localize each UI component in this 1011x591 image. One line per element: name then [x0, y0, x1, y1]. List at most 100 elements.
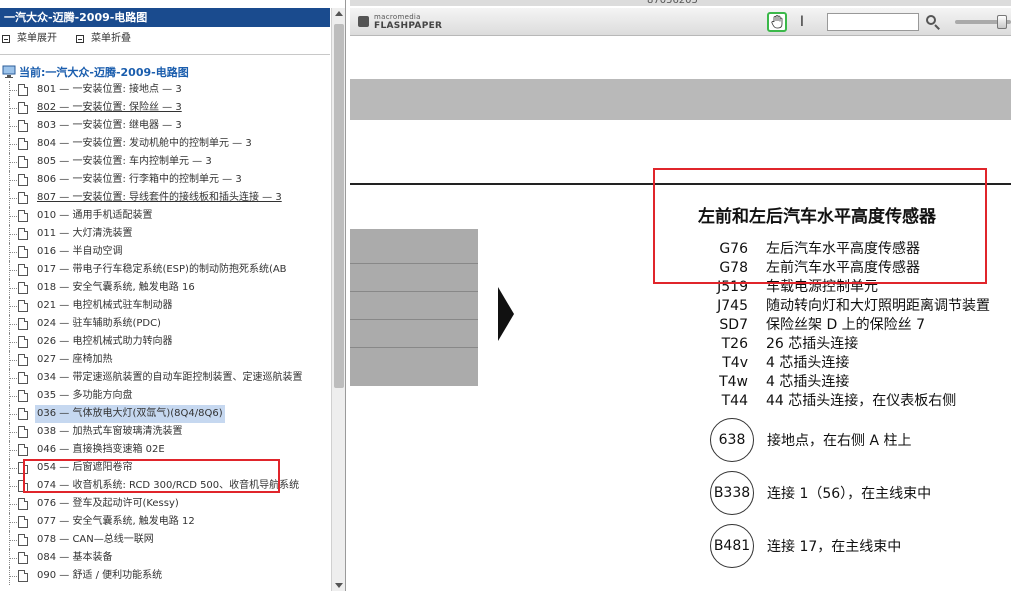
page-icon	[18, 570, 28, 582]
legend-row: SD7 保险丝架 D 上的保险丝 7	[698, 316, 925, 335]
menu-collapse-label: 菜单折叠	[91, 33, 131, 44]
page-icon	[18, 210, 28, 222]
tree: 当前:一汽大众-迈腾-2009-电路图 801 — 一安装位置: 接地点 — 3…	[0, 63, 332, 591]
scroll-down-icon[interactable]	[335, 583, 343, 588]
tree-item[interactable]: 018 — 安全气囊系统, 触发电路 16	[0, 279, 332, 297]
tree-item[interactable]: 076 — 登车及起动许可(Kessy)	[0, 495, 332, 513]
tree-item[interactable]: 035 — 多功能方向盘	[0, 387, 332, 405]
legend-code: J745	[717, 298, 748, 314]
search-button[interactable]	[924, 13, 942, 31]
expand-icon	[2, 35, 10, 43]
tree-item-label: 806 — 一安装位置: 行李箱中的控制单元 — 3	[37, 174, 242, 185]
tree-item[interactable]: 024 — 驻车辅助系统(PDC)	[0, 315, 332, 333]
brand-big: FLASHPAPER	[374, 21, 443, 31]
tree-item[interactable]: 038 — 加热式车窗玻璃清洗装置	[0, 423, 332, 441]
tree-item[interactable]: 807 — 一安装位置: 导线套件的接线板和插头连接 — 3	[0, 189, 332, 207]
page-icon	[18, 498, 28, 510]
tree-item[interactable]: 010 — 通用手机适配装置	[0, 207, 332, 225]
computer-icon	[2, 65, 16, 78]
page-icon	[18, 300, 28, 312]
top-strip: 87056205	[350, 0, 1011, 6]
tree-pane: 一汽大众-迈腾-2009-电路图 菜单展开 菜单折叠 当前:一汽大众-迈腾-20…	[0, 0, 346, 591]
tree-item-label: 038 — 加热式车窗玻璃清洗装置	[37, 426, 183, 437]
hand-icon	[771, 15, 783, 29]
tree-item[interactable]: 016 — 半自动空调	[0, 243, 332, 261]
tree-root[interactable]: 当前:一汽大众-迈腾-2009-电路图	[2, 63, 189, 81]
zoom-slider-knob[interactable]	[997, 15, 1007, 29]
connector-circle: B481	[710, 524, 754, 568]
tree-item-label: 034 — 带定速巡航装置的自动车距控制装置、定速巡航装置	[37, 372, 303, 383]
page-icon	[18, 120, 28, 132]
text-cursor-icon: Ⅰ	[799, 14, 805, 30]
tree-item[interactable]: 802 — 一安装位置: 保险丝 — 3	[0, 99, 332, 117]
tree-item[interactable]: 801 — 一安装位置: 接地点 — 3	[0, 81, 332, 99]
tree-item-label: 026 — 电控机械式助力转向器	[37, 336, 173, 347]
macromedia-logo-icon	[358, 16, 369, 27]
toolbar-divider	[0, 54, 330, 55]
tree-item[interactable]: 803 — 一安装位置: 继电器 — 3	[0, 117, 332, 135]
tree-item[interactable]: 017 — 带电子行车稳定系统(ESP)的制动防抱死系统(AB	[0, 261, 332, 279]
tree-item[interactable]: 046 — 直接换挡变速箱 02E	[0, 441, 332, 459]
tree-item[interactable]: 806 — 一安装位置: 行李箱中的控制单元 — 3	[0, 171, 332, 189]
page-icon	[18, 246, 28, 258]
tree-item[interactable]: 804 — 一安装位置: 发动机舱中的控制单元 — 3	[0, 135, 332, 153]
tree-item-label: 035 — 多功能方向盘	[37, 390, 133, 401]
page-icon	[18, 408, 28, 420]
tree-scrollbar[interactable]	[331, 8, 345, 591]
tree-item[interactable]: 090 — 舒适 / 便利功能系统	[0, 567, 332, 585]
legend-desc: 保险丝架 D 上的保险丝 7	[766, 317, 926, 333]
tree-item-label: 021 — 电控机械式驻车制动器	[37, 300, 173, 311]
legend-desc: 4 芯插头连接	[766, 374, 850, 390]
tree-item[interactable]: 026 — 电控机械式助力转向器	[0, 333, 332, 351]
legend-code: T4w	[719, 374, 748, 390]
connector-circle: B338	[710, 471, 754, 515]
menu-expand-button[interactable]: 菜单展开	[2, 30, 57, 48]
document-page: 左前和左后汽车水平高度传感器 G76 左后汽车水平高度传感器 G78 左前汽车水平高度…	[350, 37, 1011, 591]
tree-item[interactable]: 034 — 带定速巡航装置的自动车距控制装置、定速巡航装置	[0, 369, 332, 387]
tree-root-label: 当前:一汽大众-迈腾-2009-电路图	[19, 66, 189, 79]
viewer-pane: 87056205 macromedia FLASHPAPER Ⅰ 左前和左后汽车…	[350, 0, 1011, 591]
legend-row: T44 44 芯插头连接，在仪表板右侧	[698, 392, 957, 411]
menu-collapse-button[interactable]: 菜单折叠	[76, 30, 131, 48]
search-input[interactable]	[827, 13, 919, 31]
tree-item[interactable]: 084 — 基本装备	[0, 549, 332, 567]
legend-circle-row: B481 连接 17，在主线束中	[710, 524, 901, 568]
tree-item-label: 807 — 一安装位置: 导线套件的接线板和插头连接 — 3	[37, 192, 282, 203]
page-icon	[18, 534, 28, 546]
tree-item[interactable]: 011 — 大灯清洗装置	[0, 225, 332, 243]
tree-item-label: 084 — 基本装备	[37, 552, 113, 563]
zoom-slider[interactable]	[955, 15, 1011, 29]
page-icon	[18, 372, 28, 384]
page-icon	[18, 390, 28, 402]
tree-item[interactable]: 077 — 安全气囊系统, 触发电路 12	[0, 513, 332, 531]
page-icon	[18, 102, 28, 114]
legend-circle-row: 638 接地点，在右侧 A 柱上	[710, 418, 911, 462]
text-select-button[interactable]: Ⅰ	[796, 12, 808, 32]
top-strip-text: 87056205	[647, 0, 698, 6]
tree-item-label: 024 — 驻车辅助系统(PDC)	[37, 318, 161, 329]
tree-item[interactable]: 078 — CAN—总线一联网	[0, 531, 332, 549]
scroll-thumb[interactable]	[334, 24, 344, 388]
tree-item-label: 011 — 大灯清洗装置	[37, 228, 133, 239]
tree-item[interactable]: 021 — 电控机械式驻车制动器	[0, 297, 332, 315]
tree-item[interactable]: 027 — 座椅加热	[0, 351, 332, 369]
tree-item-label: 036 — 气体放电大灯(双氙气)(8Q4/8Q6)	[35, 405, 225, 423]
page-icon	[18, 138, 28, 150]
tree-item-label: 018 — 安全气囊系统, 触发电路 16	[37, 282, 195, 293]
legend-row: J745 随动转向灯和大灯照明距离调节装置	[698, 297, 990, 316]
tree-item[interactable]: 805 — 一安装位置: 车内控制单元 — 3	[0, 153, 332, 171]
flashpaper-logo: macromedia FLASHPAPER	[358, 13, 468, 33]
scroll-up-icon[interactable]	[335, 11, 343, 16]
tree-item-label: 804 — 一安装位置: 发动机舱中的控制单元 — 3	[37, 138, 252, 149]
menu-expand-label: 菜单展开	[17, 33, 57, 44]
tree-item-label: 076 — 登车及起动许可(Kessy)	[37, 498, 179, 509]
header-band	[350, 79, 1011, 120]
page-icon	[18, 426, 28, 438]
legend-desc: 4 芯插头连接	[766, 355, 850, 371]
legend-desc: 接地点，在右侧 A 柱上	[767, 433, 912, 449]
tree-toolbar: 菜单展开 菜单折叠	[0, 30, 330, 48]
tree-item[interactable]: 036 — 气体放电大灯(双氙气)(8Q4/8Q6)	[0, 405, 332, 423]
legend-row: T4v 4 芯插头连接	[698, 354, 849, 373]
legend-desc: 44 芯插头连接，在仪表板右侧	[766, 393, 957, 409]
hand-tool-button[interactable]	[767, 12, 787, 32]
